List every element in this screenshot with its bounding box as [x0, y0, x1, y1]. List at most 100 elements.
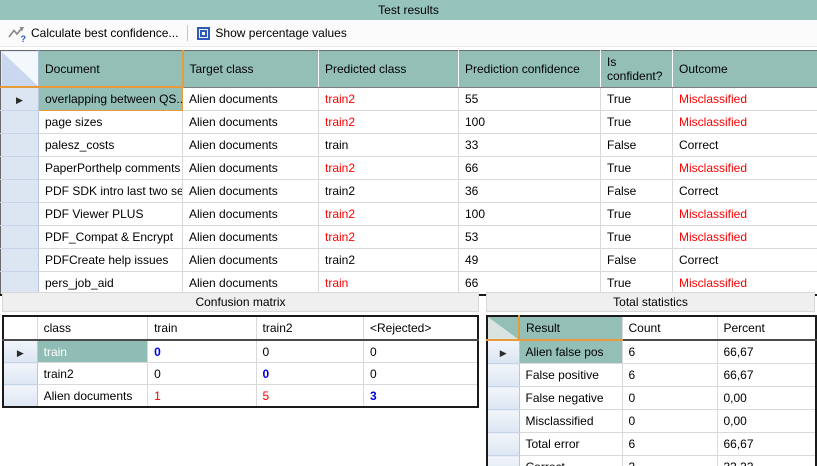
cell-count[interactable]: 6: [622, 340, 717, 364]
cell-is-confident[interactable]: False: [601, 249, 673, 272]
cell-outcome[interactable]: Correct: [673, 180, 817, 203]
cell-prediction-confidence[interactable]: 55: [459, 87, 601, 111]
cell-count[interactable]: 0: [622, 387, 717, 410]
cell-document[interactable]: PDF Viewer PLUS: [39, 203, 183, 226]
cell-document[interactable]: PDFCreate help issues: [39, 249, 183, 272]
cell-is-confident[interactable]: True: [601, 111, 673, 134]
cell-prediction-confidence[interactable]: 33: [459, 134, 601, 157]
column-header-outcome[interactable]: Outcome: [673, 51, 817, 88]
row-selector[interactable]: [3, 385, 37, 408]
cell-result[interactable]: False negative: [519, 387, 622, 410]
cell-predicted-class[interactable]: train2: [319, 111, 459, 134]
cell-outcome[interactable]: Misclassified: [673, 157, 817, 180]
cell-is-confident[interactable]: True: [601, 87, 673, 111]
column-header-train2[interactable]: train2: [256, 316, 363, 340]
row-selector[interactable]: [487, 364, 519, 387]
cell-predicted-class[interactable]: train2: [319, 226, 459, 249]
cell-class[interactable]: Alien documents: [37, 385, 147, 408]
cell-target-class[interactable]: Alien documents: [183, 87, 319, 111]
cell-percent[interactable]: 0,00: [717, 410, 816, 433]
cell-document[interactable]: overlapping between QS...: [39, 87, 183, 111]
cell-result[interactable]: Total error: [519, 433, 622, 456]
row-selector[interactable]: [1, 203, 39, 226]
cell-count[interactable]: 3: [622, 456, 717, 466]
cell-count[interactable]: 6: [622, 364, 717, 387]
row-selector[interactable]: [1, 111, 39, 134]
cell-count[interactable]: 0: [256, 340, 363, 363]
cell-predicted-class[interactable]: train2: [319, 180, 459, 203]
cell-result[interactable]: Correct: [519, 456, 622, 466]
cell-predicted-class[interactable]: train2: [319, 87, 459, 111]
select-all-corner[interactable]: [1, 51, 39, 88]
cell-count[interactable]: 0: [148, 363, 256, 385]
row-selector[interactable]: [3, 363, 37, 385]
column-header-target-class[interactable]: Target class: [183, 51, 319, 88]
cell-is-confident[interactable]: False: [601, 134, 673, 157]
cell-prediction-confidence[interactable]: 53: [459, 226, 601, 249]
column-header-predicted-class[interactable]: Predicted class: [319, 51, 459, 88]
cell-predicted-class[interactable]: train2: [319, 157, 459, 180]
cell-predicted-class[interactable]: train2: [319, 203, 459, 226]
cell-target-class[interactable]: Alien documents: [183, 203, 319, 226]
show-percentage-toggle-button[interactable]: Show percentage values: [192, 24, 351, 42]
cell-prediction-confidence[interactable]: 36: [459, 180, 601, 203]
cell-count[interactable]: 0: [256, 363, 363, 385]
row-selector[interactable]: ▶: [487, 340, 519, 364]
cell-result[interactable]: Alien false pos: [519, 340, 622, 364]
cell-count[interactable]: 5: [256, 385, 363, 408]
cell-count[interactable]: 0: [622, 410, 717, 433]
cell-prediction-confidence[interactable]: 49: [459, 249, 601, 272]
column-header-train[interactable]: train: [148, 316, 256, 340]
cell-outcome[interactable]: Misclassified: [673, 203, 817, 226]
row-selector[interactable]: [1, 226, 39, 249]
column-header-count[interactable]: Count: [622, 316, 717, 340]
cell-count[interactable]: 1: [148, 385, 256, 408]
cell-predicted-class[interactable]: train2: [319, 249, 459, 272]
cell-percent[interactable]: 66,67: [717, 433, 816, 456]
cell-count[interactable]: 0: [148, 340, 256, 363]
row-selector[interactable]: [487, 387, 519, 410]
calculate-best-confidence-button[interactable]: ? Calculate best confidence...: [3, 24, 183, 43]
cell-prediction-confidence[interactable]: 100: [459, 203, 601, 226]
cell-is-confident[interactable]: True: [601, 226, 673, 249]
cell-percent[interactable]: 66,67: [717, 364, 816, 387]
cell-percent[interactable]: 66,67: [717, 340, 816, 364]
cell-outcome[interactable]: Misclassified: [673, 226, 817, 249]
cell-is-confident[interactable]: False: [601, 180, 673, 203]
select-all-corner[interactable]: [487, 316, 519, 340]
cell-percent[interactable]: 33,33: [717, 456, 816, 466]
cell-result[interactable]: Misclassified: [519, 410, 622, 433]
row-selector[interactable]: [487, 456, 519, 466]
row-selector[interactable]: ▶: [1, 87, 39, 111]
cell-target-class[interactable]: Alien documents: [183, 134, 319, 157]
cell-count[interactable]: 0: [363, 340, 478, 363]
row-selector[interactable]: [487, 433, 519, 456]
cell-outcome[interactable]: Misclassified: [673, 87, 817, 111]
column-header-rejected[interactable]: <Rejected>: [363, 316, 478, 340]
cell-target-class[interactable]: Alien documents: [183, 111, 319, 134]
column-header-prediction-confidence[interactable]: Prediction confidence: [459, 51, 601, 88]
cell-target-class[interactable]: Alien documents: [183, 180, 319, 203]
column-header-is-confident[interactable]: Is confident?: [601, 51, 673, 88]
cell-is-confident[interactable]: True: [601, 157, 673, 180]
column-header-document[interactable]: Document: [39, 51, 183, 88]
row-selector[interactable]: [1, 180, 39, 203]
cell-document[interactable]: palesz_costs: [39, 134, 183, 157]
cell-outcome[interactable]: Correct: [673, 249, 817, 272]
cell-document[interactable]: PaperPorthelp comments: [39, 157, 183, 180]
cell-document[interactable]: PDF SDK intro last two se...: [39, 180, 183, 203]
column-header-result[interactable]: Result: [519, 316, 622, 340]
cell-count[interactable]: 3: [363, 385, 478, 408]
cell-document[interactable]: PDF_Compat & Encrypt: [39, 226, 183, 249]
select-all-corner[interactable]: [3, 316, 37, 340]
row-selector[interactable]: [1, 134, 39, 157]
row-selector[interactable]: [487, 410, 519, 433]
cell-outcome[interactable]: Correct: [673, 134, 817, 157]
cell-count[interactable]: 6: [622, 433, 717, 456]
row-selector[interactable]: ▶: [3, 340, 37, 363]
cell-target-class[interactable]: Alien documents: [183, 249, 319, 272]
cell-class[interactable]: train2: [37, 363, 147, 385]
row-selector[interactable]: [1, 157, 39, 180]
row-selector[interactable]: [1, 249, 39, 272]
cell-target-class[interactable]: Alien documents: [183, 157, 319, 180]
